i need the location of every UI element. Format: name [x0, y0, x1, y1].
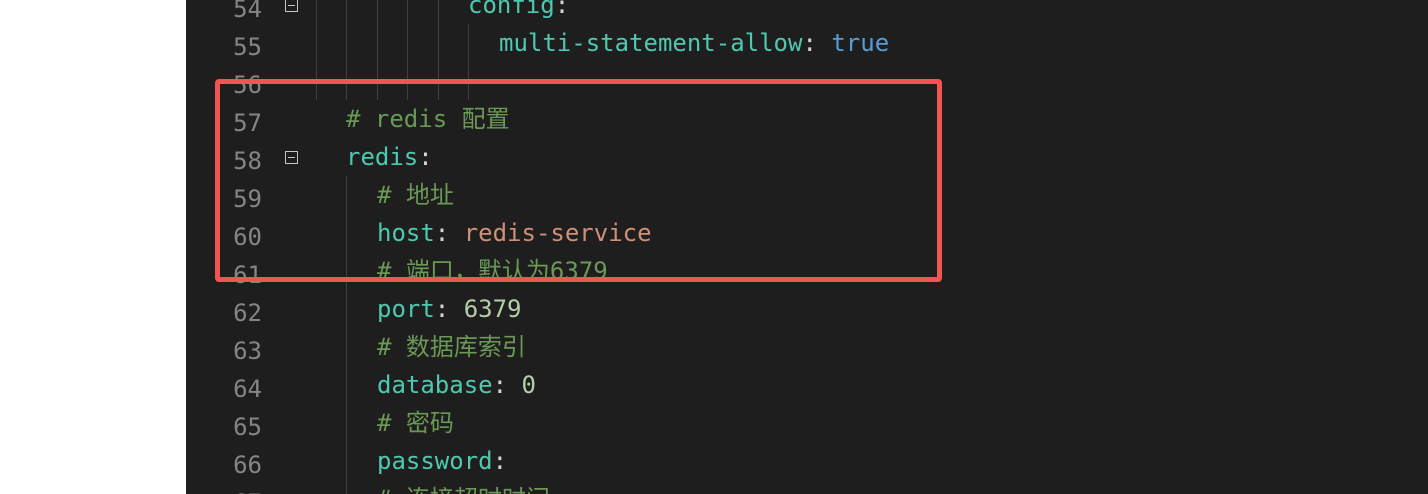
code-editor[interactable]: 54 config: 55 multi-statement-allow: tru…	[186, 0, 1428, 494]
yaml-comment: # 数据库索引	[377, 333, 526, 361]
fold-collapse-icon[interactable]	[285, 151, 298, 164]
code-text: password:	[377, 446, 507, 476]
code-text: # redis 配置	[346, 104, 510, 134]
indent-guide	[346, 62, 347, 100]
code-line[interactable]: 57 # redis 配置	[186, 100, 1428, 138]
code-text: # 端口，默认为6379	[377, 256, 608, 286]
line-number: 66	[233, 451, 262, 479]
indent-guide	[407, 62, 408, 100]
indent-guide	[377, 62, 378, 100]
indent-guide	[468, 62, 469, 100]
yaml-comment: # 端口，默认为6379	[377, 257, 608, 285]
yaml-boolean-value: true	[831, 29, 890, 57]
code-text: multi-statement-allow: true	[499, 28, 889, 58]
indent-guide	[377, 0, 378, 24]
indent-guide	[407, 0, 408, 24]
yaml-comment: # redis 配置	[346, 105, 510, 133]
indent-guide	[346, 214, 347, 252]
yaml-colon: :	[434, 295, 450, 323]
indent-guide	[346, 404, 347, 442]
indent-guide	[346, 366, 347, 404]
code-line[interactable]: 55 multi-statement-allow: true	[186, 24, 1428, 62]
yaml-colon: :	[802, 29, 817, 57]
yaml-colon: :	[492, 371, 508, 399]
code-text: redis:	[346, 142, 433, 172]
code-line[interactable]: 65 # 密码	[186, 404, 1428, 442]
line-number: 55	[233, 33, 262, 61]
line-number: 54	[233, 0, 262, 23]
code-text: database: 0	[377, 370, 536, 400]
code-line[interactable]: 61 # 端口，默认为6379	[186, 252, 1428, 290]
yaml-key: database	[377, 371, 493, 399]
line-number: 65	[233, 413, 262, 441]
indent-guide	[346, 24, 347, 62]
code-line[interactable]: 54 config:	[186, 0, 1428, 24]
code-line[interactable]: 56	[186, 62, 1428, 100]
yaml-key: port	[377, 295, 435, 323]
line-number: 64	[233, 375, 262, 403]
indent-guide	[468, 24, 469, 62]
yaml-comment: # 地址	[377, 181, 454, 209]
yaml-key: redis	[346, 143, 419, 171]
yaml-colon: :	[554, 0, 570, 19]
yaml-string-value: redis-service	[463, 219, 652, 247]
line-number: 58	[233, 147, 262, 175]
indent-guide	[407, 24, 408, 62]
indent-guide	[316, 0, 317, 24]
indent-guide	[438, 0, 439, 24]
code-text: config:	[468, 0, 569, 20]
code-line[interactable]: 67 # 连接超时时间	[186, 480, 1428, 494]
code-line[interactable]: 64 database: 0	[186, 366, 1428, 404]
indent-guide	[346, 176, 347, 214]
code-line[interactable]: 63 # 数据库索引	[186, 328, 1428, 366]
yaml-colon: :	[434, 219, 450, 247]
indent-guide	[346, 328, 347, 366]
code-text: # 连接超时时间	[377, 484, 550, 494]
yaml-number-value: 6379	[463, 295, 522, 323]
line-number: 60	[233, 223, 262, 251]
indent-guide	[346, 0, 347, 24]
indent-guide	[316, 62, 317, 100]
code-lines: 54 config: 55 multi-statement-allow: tru…	[186, 0, 1428, 494]
code-text: # 密码	[377, 408, 454, 438]
yaml-key: multi-statement-allow	[499, 29, 803, 57]
line-number: 56	[233, 71, 262, 99]
yaml-comment: # 密码	[377, 409, 454, 437]
code-line[interactable]: 62 port: 6379	[186, 290, 1428, 328]
code-line[interactable]: 60 host: redis-service	[186, 214, 1428, 252]
yaml-colon: :	[492, 447, 508, 475]
indent-guide	[316, 24, 317, 62]
indent-guide	[438, 24, 439, 62]
indent-guide	[346, 442, 347, 480]
indent-guide	[377, 24, 378, 62]
indent-guide	[346, 252, 347, 290]
line-number: 67	[186, 489, 262, 494]
line-number: 61	[233, 261, 262, 289]
yaml-colon: :	[418, 143, 433, 171]
yaml-key: config	[468, 0, 555, 19]
code-line[interactable]: 59 # 地址	[186, 176, 1428, 214]
yaml-key: host	[377, 219, 435, 247]
code-text: # 数据库索引	[377, 332, 526, 362]
yaml-comment: # 连接超时时间	[377, 485, 550, 494]
fold-collapse-icon[interactable]	[285, 0, 298, 12]
line-number: 57	[233, 109, 262, 137]
yaml-number-value: 0	[521, 371, 536, 399]
code-line[interactable]: 66 password:	[186, 442, 1428, 480]
code-text: port: 6379	[377, 294, 522, 324]
code-line[interactable]: 58 redis:	[186, 138, 1428, 176]
line-number: 62	[233, 299, 262, 327]
line-number: 63	[233, 337, 262, 365]
line-number: 59	[233, 185, 262, 213]
indent-guide	[346, 480, 347, 494]
code-text: # 地址	[377, 180, 454, 210]
code-text: host: redis-service	[377, 218, 652, 248]
indent-guide	[438, 62, 439, 100]
yaml-key: password	[377, 447, 493, 475]
indent-guide	[346, 290, 347, 328]
